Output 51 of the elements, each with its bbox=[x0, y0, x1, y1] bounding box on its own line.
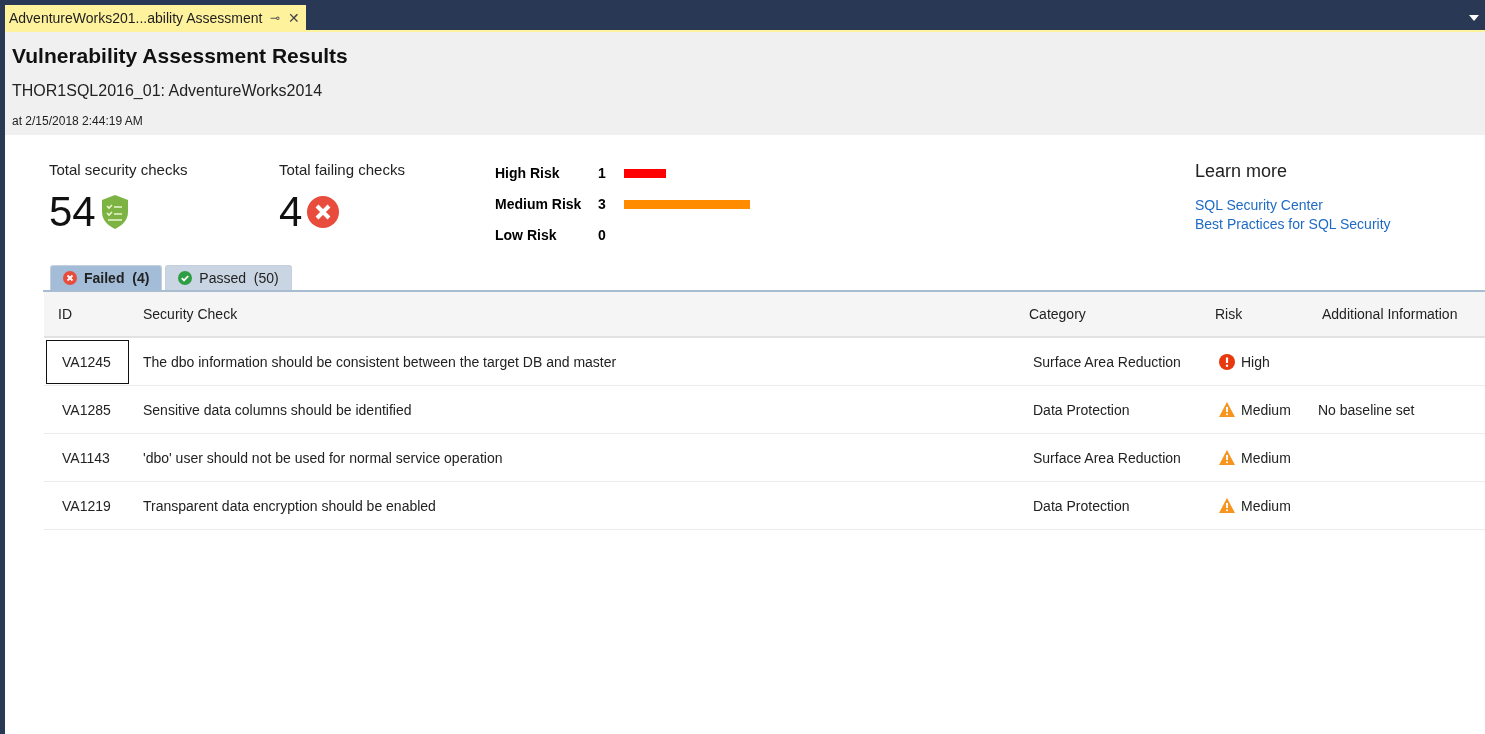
risk-text: Medium bbox=[1241, 449, 1291, 466]
error-icon bbox=[1219, 353, 1235, 370]
table-cell-text: Data Protection bbox=[1032, 401, 1131, 418]
database-name: THOR1SQL2016_01: AdventureWorks2014 bbox=[12, 82, 324, 100]
column-header[interactable]: ID bbox=[44, 306, 129, 322]
help-link[interactable]: Best Practices for SQL Security bbox=[1195, 215, 1391, 234]
risk-label: High Risk bbox=[495, 165, 561, 181]
error-icon bbox=[63, 271, 77, 285]
warning-icon bbox=[1219, 450, 1235, 465]
risk-label: Low Risk bbox=[495, 227, 558, 243]
risk-count: 1 bbox=[598, 165, 607, 181]
stat-value: 4 bbox=[279, 188, 303, 236]
stat-label: Total security checks bbox=[49, 161, 189, 178]
id-cell-text: VA1285 bbox=[61, 400, 112, 420]
table-cell-text: Transparent data encryption should be enabled bbox=[142, 497, 437, 514]
help-link[interactable]: SQL Security Center bbox=[1195, 196, 1391, 215]
stat-value: 54 bbox=[49, 188, 96, 236]
page-title: Vulnerability Assessment Results bbox=[12, 44, 349, 68]
table-cell-text: The dbo information should be consistent between the target DB and master bbox=[142, 353, 618, 370]
table-cell-text: Data Protection bbox=[1032, 497, 1131, 514]
column-header[interactable]: Security Check bbox=[129, 306, 1015, 322]
risk-text: Medium bbox=[1241, 497, 1291, 514]
filter-tab[interactable]: Passed (50) bbox=[165, 265, 292, 290]
check-icon bbox=[178, 271, 193, 285]
table-cell-text: Surface Area Reduction bbox=[1032, 353, 1182, 370]
risk-text: High bbox=[1241, 353, 1270, 370]
column-header[interactable]: Category bbox=[1015, 306, 1201, 322]
pin-button[interactable]: ⊸ bbox=[270, 10, 281, 25]
table-cell-text: Sensitive data columns should be identified bbox=[142, 401, 413, 418]
shield-check-icon bbox=[99, 194, 130, 230]
learn-more-heading: Learn more bbox=[1195, 161, 1289, 182]
document-tab[interactable]: AdventureWorks201...ability Assessment ⊸ ✕ bbox=[5, 5, 307, 30]
id-cell-text: VA1219 bbox=[61, 496, 112, 516]
dropdown-icon[interactable] bbox=[1469, 15, 1479, 21]
column-header[interactable]: Risk bbox=[1201, 306, 1308, 322]
risk-label: Medium Risk bbox=[495, 196, 583, 212]
table-cell: No baseline set bbox=[1318, 401, 1415, 418]
warning-icon bbox=[1219, 402, 1235, 417]
close-button[interactable]: ✕ bbox=[288, 9, 301, 26]
column-header[interactable]: Additional Information bbox=[1308, 306, 1485, 322]
warning-icon bbox=[1219, 498, 1235, 513]
table-cell-text: 'dbo' user should not be used for normal service operation bbox=[142, 449, 504, 466]
error-icon bbox=[306, 195, 341, 229]
id-cell-text: VA1143 bbox=[61, 448, 111, 468]
timestamp: at 2/15/2018 2:44:19 AM bbox=[12, 114, 144, 128]
table-cell-text: Surface Area Reduction bbox=[1032, 449, 1182, 466]
risk-text: Medium bbox=[1241, 401, 1291, 418]
id-cell: VA1245 bbox=[46, 339, 129, 384]
risk-count: 0 bbox=[598, 227, 607, 243]
risk-count: 3 bbox=[598, 196, 607, 212]
filter-tab[interactable]: Failed (4) bbox=[50, 265, 163, 290]
